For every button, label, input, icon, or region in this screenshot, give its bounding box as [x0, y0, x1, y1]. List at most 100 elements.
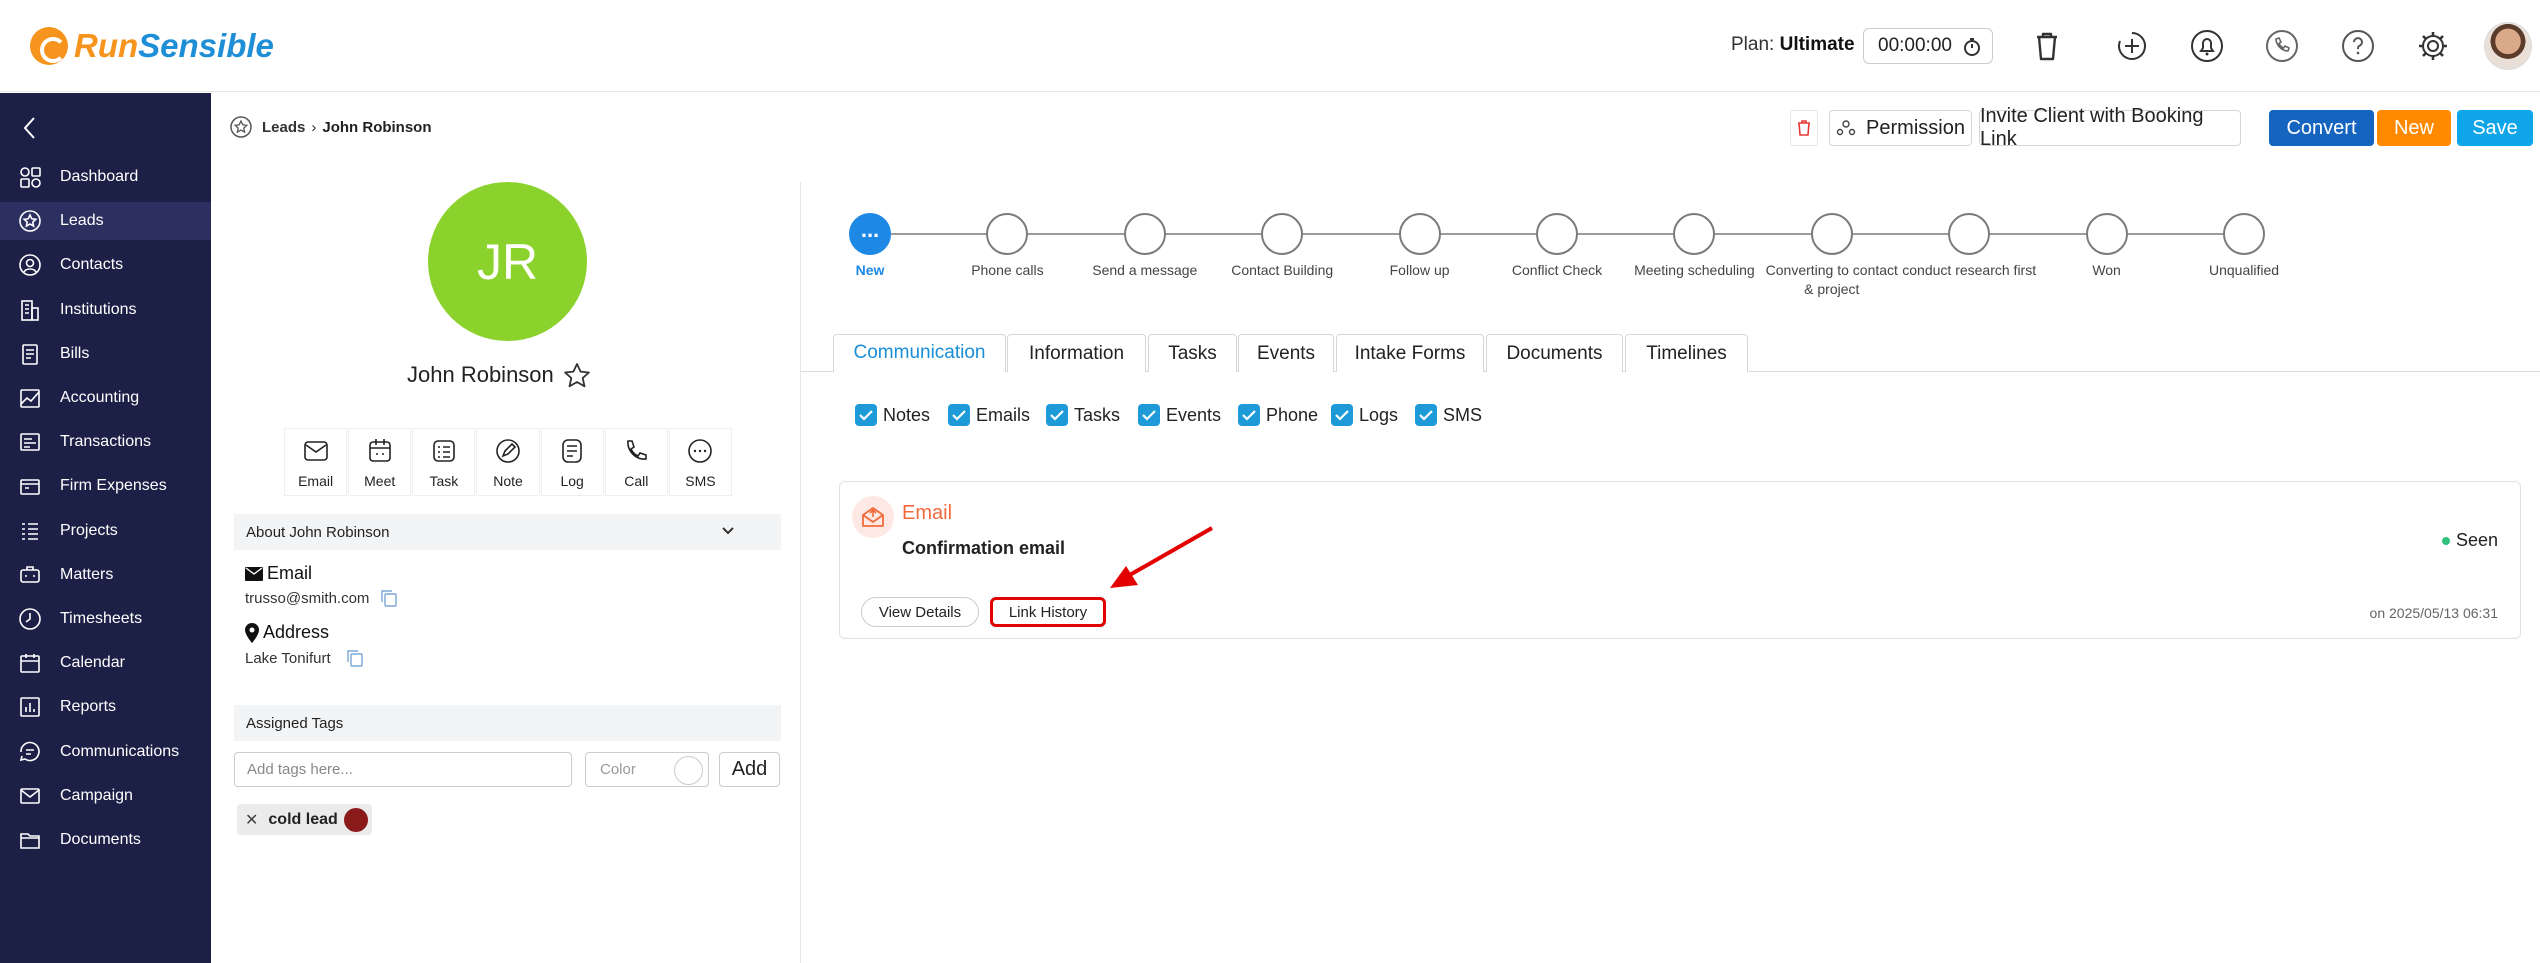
- filter-sms[interactable]: SMS: [1415, 404, 1482, 426]
- pipeline-stage[interactable]: Contact Building: [1212, 213, 1352, 280]
- sidebar-item-matters[interactable]: Matters: [0, 556, 211, 594]
- pipeline-stage[interactable]: Phone calls: [937, 213, 1077, 280]
- quick-action-call[interactable]: Call: [604, 428, 668, 496]
- trash-icon[interactable]: [2029, 28, 2065, 64]
- stopwatch-icon[interactable]: [1962, 37, 1982, 57]
- sidebar-item-calendar[interactable]: Calendar: [0, 644, 211, 682]
- save-button[interactable]: Save: [2457, 110, 2533, 146]
- folder-icon: [18, 828, 42, 852]
- accounting-icon: [18, 386, 42, 410]
- quick-action-log[interactable]: Log: [540, 428, 604, 496]
- pipeline-stage[interactable]: Won: [2037, 213, 2177, 280]
- checkbox-checked-icon[interactable]: [1238, 404, 1260, 426]
- checkbox-checked-icon[interactable]: [1046, 404, 1068, 426]
- pipeline-stage[interactable]: Follow up: [1350, 213, 1490, 280]
- panel-divider: [800, 182, 801, 963]
- stage-circle[interactable]: [1948, 213, 1991, 255]
- stage-circle[interactable]: [2085, 213, 2128, 255]
- sidebar-item-dashboard[interactable]: Dashboard: [0, 158, 211, 196]
- filter-tasks[interactable]: Tasks: [1046, 404, 1120, 426]
- bell-icon[interactable]: [2189, 28, 2225, 64]
- stage-circle[interactable]: ...: [849, 213, 891, 255]
- about-section-header[interactable]: About John Robinson: [234, 514, 781, 550]
- tab-intake-forms[interactable]: Intake Forms: [1336, 334, 1484, 372]
- timer-widget[interactable]: 00:00:00: [1863, 28, 1993, 64]
- new-button[interactable]: New: [2377, 110, 2451, 146]
- pipeline-stage[interactable]: Send a message: [1075, 213, 1215, 280]
- tag-color-picker[interactable]: Color: [585, 752, 709, 787]
- stage-circle[interactable]: [986, 213, 1029, 255]
- favorite-star-icon[interactable]: [562, 361, 592, 391]
- tag-input[interactable]: [234, 752, 572, 787]
- sidebar-item-leads[interactable]: Leads: [0, 202, 211, 241]
- filter-emails[interactable]: Emails: [948, 404, 1030, 426]
- pipeline-stage[interactable]: ... New: [800, 213, 940, 280]
- stage-circle[interactable]: [1398, 213, 1441, 255]
- help-icon[interactable]: [2340, 28, 2376, 64]
- checkbox-checked-icon[interactable]: [1138, 404, 1160, 426]
- sidebar-item-campaign[interactable]: Campaign: [0, 777, 211, 815]
- filter-events[interactable]: Events: [1138, 404, 1221, 426]
- checkbox-checked-icon[interactable]: [948, 404, 970, 426]
- tab-information[interactable]: Information: [1007, 334, 1146, 372]
- sidebar-item-reports[interactable]: Reports: [0, 688, 211, 726]
- filter-phone[interactable]: Phone: [1238, 404, 1318, 426]
- tab-timelines[interactable]: Timelines: [1625, 334, 1748, 372]
- checkbox-checked-icon[interactable]: [1415, 404, 1437, 426]
- settings-icon[interactable]: [2415, 28, 2451, 64]
- sidebar-item-documents[interactable]: Documents: [0, 821, 211, 859]
- view-details-button[interactable]: View Details: [861, 597, 979, 627]
- chevron-down-icon[interactable]: [721, 526, 735, 536]
- checkbox-checked-icon[interactable]: [855, 404, 877, 426]
- add-tag-button[interactable]: Add: [719, 752, 780, 787]
- tab-documents[interactable]: Documents: [1486, 334, 1623, 372]
- convert-button[interactable]: Convert: [2269, 110, 2374, 146]
- add-icon[interactable]: [2114, 28, 2150, 64]
- sidebar-item-projects[interactable]: Projects: [0, 512, 211, 550]
- phone-icon[interactable]: [2264, 28, 2300, 64]
- link-history-button[interactable]: Link History: [990, 597, 1106, 627]
- sidebar-item-accounting[interactable]: Accounting: [0, 379, 211, 417]
- filter-notes[interactable]: Notes: [855, 404, 930, 426]
- remove-tag-icon[interactable]: ✕: [245, 810, 258, 830]
- pipeline-stage[interactable]: conduct research first: [1899, 213, 2039, 280]
- user-avatar[interactable]: [2484, 22, 2532, 70]
- collapse-sidebar-icon[interactable]: [20, 115, 40, 141]
- sidebar-item-transactions[interactable]: Transactions: [0, 423, 211, 461]
- sidebar-item-communications[interactable]: Communications: [0, 733, 211, 771]
- stage-circle[interactable]: [1810, 213, 1853, 255]
- stage-circle[interactable]: [2223, 213, 2265, 255]
- invite-client-button[interactable]: Invite Client with Booking Link: [1979, 105, 2241, 150]
- quick-action-meet[interactable]: Meet: [348, 428, 412, 496]
- filter-logs[interactable]: Logs: [1331, 404, 1398, 426]
- sidebar-item-institutions[interactable]: Institutions: [0, 291, 211, 329]
- pipeline-stage[interactable]: Conflict Check: [1487, 213, 1627, 280]
- tab-communication[interactable]: Communication: [833, 334, 1006, 373]
- sidebar-item-bills[interactable]: Bills: [0, 335, 211, 373]
- pipeline-stage[interactable]: Converting to contact & project: [1762, 213, 1902, 299]
- quick-action-email[interactable]: Email: [284, 428, 348, 496]
- permission-button[interactable]: Permission: [1829, 110, 1972, 146]
- sidebar-item-contacts[interactable]: Contacts: [0, 246, 211, 284]
- pipeline-stage[interactable]: Meeting scheduling: [1624, 213, 1764, 280]
- quick-action-task[interactable]: Task: [412, 428, 476, 496]
- checkbox-checked-icon[interactable]: [1331, 404, 1353, 426]
- pipeline-stage[interactable]: Unqualified: [2174, 213, 2314, 280]
- breadcrumb-leads-link[interactable]: Leads: [262, 119, 305, 136]
- tab-tasks[interactable]: Tasks: [1148, 334, 1237, 372]
- delete-lead-button[interactable]: [1790, 110, 1818, 146]
- quick-action-note[interactable]: Note: [476, 428, 540, 496]
- stage-circle[interactable]: [1261, 213, 1304, 255]
- email-value[interactable]: trusso@smith.com: [245, 590, 369, 607]
- sidebar-item-timesheets[interactable]: Timesheets: [0, 600, 211, 638]
- tab-events[interactable]: Events: [1238, 334, 1334, 372]
- stage-circle[interactable]: [1673, 213, 1716, 255]
- sidebar-item-firm-expenses[interactable]: Firm Expenses: [0, 467, 211, 505]
- brand-logo[interactable]: Run Sensible: [30, 24, 274, 68]
- stage-circle[interactable]: [1536, 213, 1578, 255]
- stage-circle[interactable]: [1123, 213, 1166, 255]
- copy-icon[interactable]: [345, 648, 365, 668]
- color-swatch[interactable]: [674, 756, 703, 785]
- copy-icon[interactable]: [379, 588, 399, 608]
- quick-action-sms[interactable]: SMS: [668, 428, 732, 496]
